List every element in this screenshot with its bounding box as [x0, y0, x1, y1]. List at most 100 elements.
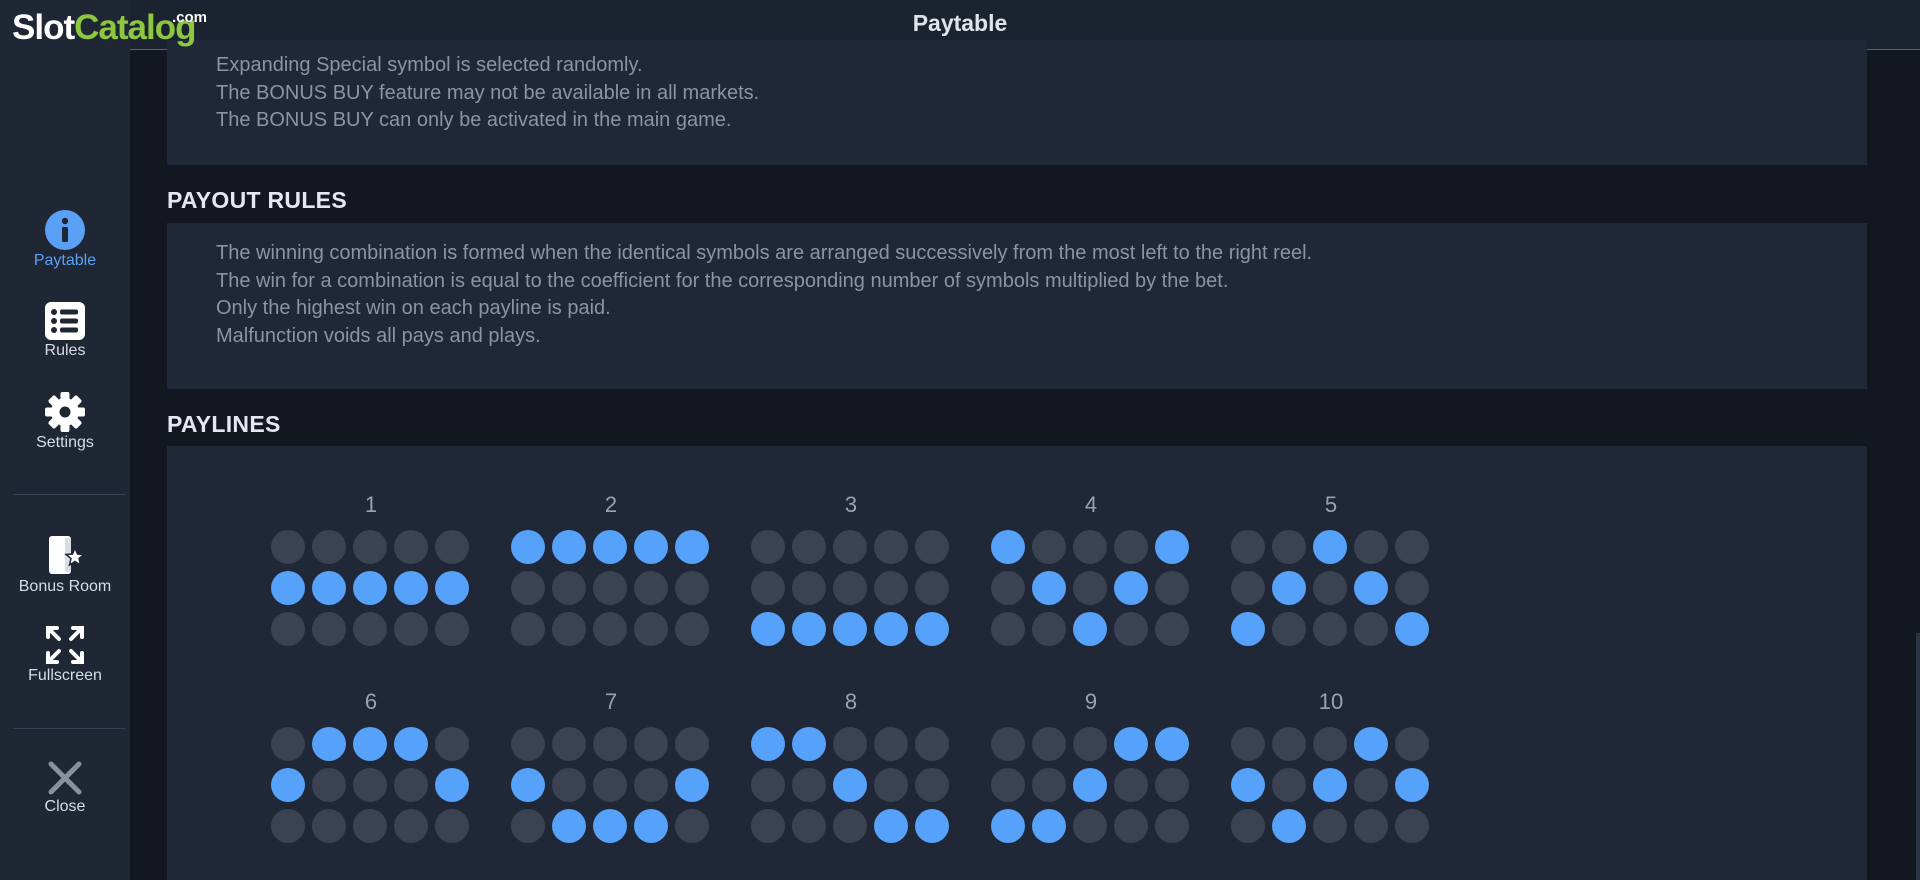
payline-row [991, 530, 1191, 564]
sidebar-item-bonus-room[interactable]: Bonus Room [0, 534, 130, 596]
payline-row [751, 768, 951, 802]
payline-dot-active [435, 768, 469, 802]
payline-dot [1114, 612, 1148, 646]
payline-dot [991, 727, 1025, 761]
payline-dot [312, 809, 346, 843]
payline-row [511, 571, 711, 605]
sidebar-item-label: Close [44, 798, 86, 815]
payline-row [271, 809, 471, 843]
payline-dot [271, 530, 305, 564]
sidebar-item-paytable[interactable]: Paytable [0, 210, 130, 270]
payline-row [991, 571, 1191, 605]
sidebar: Paytable Rules Settings Bonus Room Fulls… [0, 0, 130, 880]
scrollbar[interactable] [1916, 633, 1920, 880]
payline-9: 9 [991, 689, 1191, 849]
payline-dot [1313, 571, 1347, 605]
payline-dot [1032, 768, 1066, 802]
payline-dot [1114, 530, 1148, 564]
payline-dot [1073, 727, 1107, 761]
payline-dot [511, 727, 545, 761]
paytable-content: Expanding Special symbol is selected ran… [167, 40, 1867, 880]
payline-number: 7 [604, 689, 618, 714]
payline-dot [634, 612, 668, 646]
payline-dot [1395, 530, 1429, 564]
payline-dot [675, 612, 709, 646]
sidebar-item-fullscreen[interactable]: Fullscreen [0, 625, 130, 685]
payline-dot [312, 768, 346, 802]
payline-dot-active [1032, 809, 1066, 843]
payline-dot [511, 571, 545, 605]
payline-dot [1272, 768, 1306, 802]
payline-dot-active [394, 571, 428, 605]
sidebar-item-label: Fullscreen [28, 667, 102, 684]
payline-number: 6 [364, 689, 378, 714]
payline-dot-active [312, 727, 346, 761]
payline-dot-active [552, 530, 586, 564]
payline-dot-active [833, 768, 867, 802]
payline-dot [675, 571, 709, 605]
fullscreen-icon [46, 626, 84, 664]
payline-dot-active [1032, 571, 1066, 605]
payline-dot [552, 571, 586, 605]
payline-dot [1114, 768, 1148, 802]
gear-icon [45, 392, 85, 432]
payline-dot [1395, 809, 1429, 843]
payline-dot [1272, 530, 1306, 564]
sidebar-item-close[interactable]: Close [0, 760, 130, 816]
logo-tld: .com [172, 9, 208, 26]
payline-dot-active [353, 727, 387, 761]
payline-dot-active [634, 530, 668, 564]
payline-dot [991, 768, 1025, 802]
payline-dot-active [593, 530, 627, 564]
payline-dot [1354, 768, 1388, 802]
payline-dot [792, 571, 826, 605]
payline-dot-active [1073, 612, 1107, 646]
payline-row [751, 809, 951, 843]
payline-dot [552, 727, 586, 761]
payline-row [751, 612, 951, 646]
payline-row [1231, 727, 1431, 761]
sidebar-item-label: Settings [36, 434, 94, 451]
info-icon [45, 210, 85, 250]
payline-row [991, 809, 1191, 843]
payline-dot [1313, 809, 1347, 843]
sidebar-item-label: Paytable [33, 252, 97, 269]
payline-dot [1032, 612, 1066, 646]
payline-dot [593, 571, 627, 605]
payline-dot-active [751, 612, 785, 646]
payline-row [511, 612, 711, 646]
payline-dot [271, 727, 305, 761]
payline-dot [634, 768, 668, 802]
sidebar-item-rules[interactable]: Rules [0, 302, 130, 360]
payline-2: 2 [511, 492, 711, 652]
payline-dot [1231, 571, 1265, 605]
sidebar-item-settings[interactable]: Settings [0, 392, 130, 452]
payline-row [271, 571, 471, 605]
payline-dot [1114, 809, 1148, 843]
payline-dot [991, 571, 1025, 605]
payline-dot [1231, 530, 1265, 564]
payline-dot [675, 727, 709, 761]
payline-dot [435, 530, 469, 564]
payline-dot [915, 727, 949, 761]
payline-row [271, 727, 471, 761]
payline-dot [1395, 571, 1429, 605]
payline-row [991, 768, 1191, 802]
payline-dot [915, 768, 949, 802]
payline-dot [511, 612, 545, 646]
payline-row [271, 768, 471, 802]
payline-dot [394, 809, 428, 843]
payline-dot-active [751, 727, 785, 761]
payline-dot [1313, 727, 1347, 761]
payline-dot-active [394, 727, 428, 761]
payline-dot-active [915, 809, 949, 843]
payline-row [991, 612, 1191, 646]
payline-dot [353, 809, 387, 843]
payline-dot [634, 727, 668, 761]
payline-row [511, 809, 711, 843]
payout-rules-panel: The winning combination is formed when t… [167, 223, 1867, 389]
payline-dot [552, 768, 586, 802]
payline-row [1231, 768, 1431, 802]
payline-dot-active [792, 727, 826, 761]
payline-dot [874, 768, 908, 802]
